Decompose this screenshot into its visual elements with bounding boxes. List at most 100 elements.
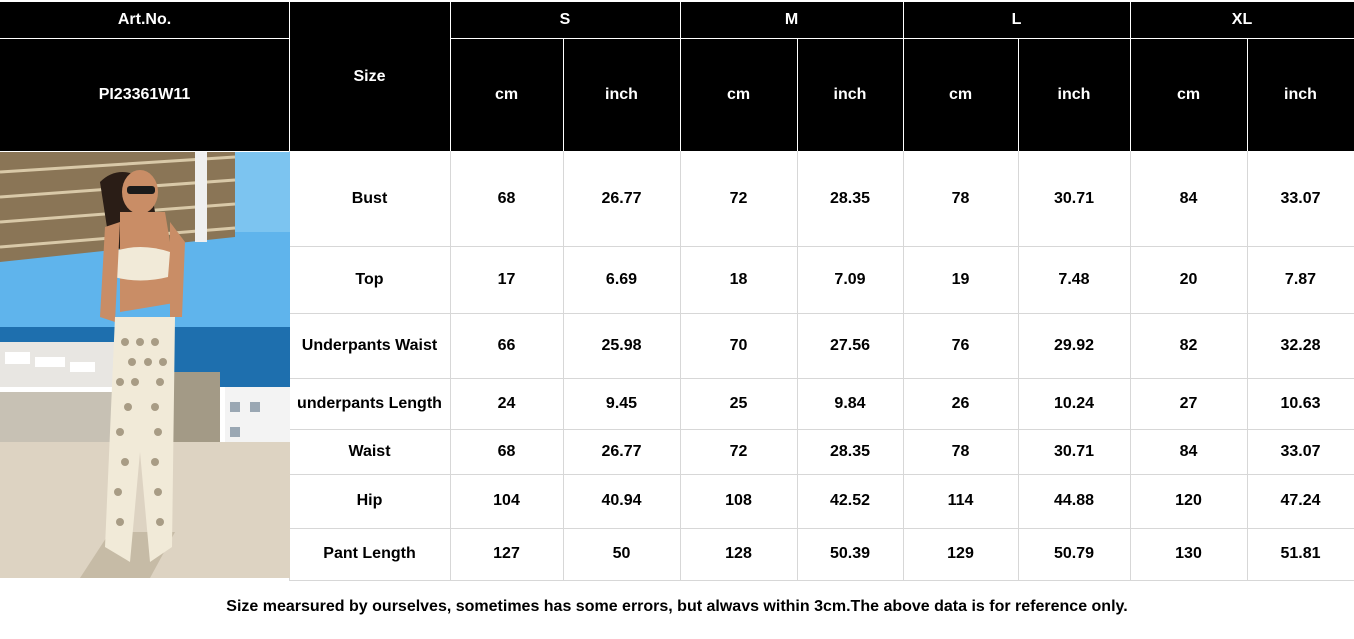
table-cell: 72 — [729, 189, 748, 207]
table-cell: 17 — [497, 270, 516, 288]
header-divider — [797, 38, 798, 151]
unit-inch-header: inch — [563, 38, 680, 151]
table-cell: 108 — [725, 492, 752, 509]
table-cell: 130 — [1175, 545, 1202, 562]
table-cell: 127 — [493, 545, 520, 562]
table-cell: 7.48 — [1058, 270, 1090, 288]
column-divider — [450, 151, 451, 580]
table-cell: 76 — [951, 336, 970, 354]
row-divider — [289, 246, 1354, 247]
row-divider — [289, 474, 1354, 475]
header-divider — [903, 2, 904, 151]
table-cell: 68 — [497, 189, 516, 207]
table-cell: 9.45 — [605, 394, 638, 412]
table-cell: 40.94 — [601, 492, 642, 509]
table-cell: 33.07 — [1280, 442, 1321, 460]
row-label: Hip — [356, 492, 383, 509]
header-divider — [680, 2, 681, 151]
table-cell: 104 — [493, 492, 520, 509]
row-label: Waist — [348, 442, 391, 460]
table-cell: 25.98 — [601, 336, 642, 354]
size-xl-header: XL — [1130, 2, 1354, 38]
table-cell: 84 — [1179, 189, 1198, 207]
table-cell: 10.24 — [1053, 394, 1095, 412]
table-cell: 82 — [1179, 336, 1198, 354]
table-cell: 72 — [729, 442, 748, 460]
row-divider — [289, 313, 1354, 314]
table-cell: 129 — [947, 545, 974, 562]
header-divider — [563, 38, 564, 151]
row-label: underpants Length — [297, 394, 442, 412]
table-cell: 19 — [951, 270, 970, 288]
unit-cm-header: cm — [1130, 38, 1247, 151]
table-cell: 70 — [729, 336, 748, 354]
table-cell: 114 — [947, 492, 974, 509]
header-divider — [1130, 2, 1131, 151]
row-divider — [289, 429, 1354, 430]
table-cell: 42.52 — [829, 492, 871, 509]
table-cell: 7.87 — [1284, 270, 1317, 288]
table-cell: 47.24 — [1280, 492, 1321, 509]
row-divider — [289, 378, 1354, 379]
table-cell: 18 — [729, 270, 748, 288]
unit-cm-header: cm — [680, 38, 797, 151]
table-cell: 50 — [612, 545, 631, 562]
row-label: Top — [355, 270, 384, 288]
row-label: Pant Length — [323, 545, 416, 562]
column-divider — [680, 151, 681, 580]
column-divider — [563, 151, 564, 580]
table-cell: 7.09 — [834, 270, 866, 288]
header-divider — [450, 38, 1354, 39]
column-divider — [1018, 151, 1019, 580]
unit-cm-header: cm — [903, 38, 1018, 151]
beach-model-image — [0, 152, 290, 578]
unit-cm-header: cm — [450, 38, 563, 151]
header-divider — [450, 2, 451, 151]
size-s-header: S — [450, 2, 680, 38]
header-divider — [289, 2, 290, 151]
table-cell: 27 — [1179, 394, 1198, 412]
column-divider — [903, 151, 904, 580]
column-divider — [1247, 151, 1248, 580]
row-divider — [289, 580, 1354, 581]
table-cell: 33.07 — [1280, 189, 1321, 207]
unit-inch-header: inch — [1018, 38, 1130, 151]
table-cell: 128 — [725, 545, 752, 562]
row-label: Underpants Waist — [301, 336, 438, 354]
table-cell: 26.77 — [601, 442, 642, 460]
row-divider — [289, 528, 1354, 529]
table-cell: 66 — [497, 336, 516, 354]
table-cell: 10.63 — [1280, 394, 1321, 412]
table-cell: 9.84 — [834, 394, 866, 412]
table-cell: 78 — [951, 189, 970, 207]
table-cell: 24 — [497, 394, 516, 412]
art-no-value: PI23361W11 — [0, 38, 289, 151]
table-cell: 68 — [497, 442, 516, 460]
table-cell: 27.56 — [829, 336, 871, 354]
table-cell: 20 — [1179, 270, 1198, 288]
table-cell: 50.79 — [1053, 545, 1095, 562]
table-cell: 26.77 — [601, 189, 642, 207]
unit-inch-header: inch — [1247, 38, 1354, 151]
size-m-header: M — [680, 2, 903, 38]
column-divider — [797, 151, 798, 580]
column-divider — [1130, 151, 1131, 580]
table-cell: 44.88 — [1053, 492, 1095, 509]
table-cell: 78 — [951, 442, 970, 460]
model-photo — [0, 152, 290, 578]
footnote: Size mearsured by ourselves, sometimes h… — [226, 598, 1128, 615]
table-cell: 51.81 — [1280, 545, 1321, 562]
table-cell: 84 — [1179, 442, 1198, 460]
table-cell: 32.28 — [1280, 336, 1321, 354]
table-cell: 30.71 — [1053, 189, 1095, 207]
header-divider — [1018, 38, 1019, 151]
table-cell: 29.92 — [1053, 336, 1095, 354]
table-cell: 28.35 — [829, 442, 871, 460]
table-cell: 6.69 — [605, 270, 638, 288]
table-cell: 28.35 — [829, 189, 871, 207]
table-cell: 120 — [1175, 492, 1202, 509]
table-cell: 26 — [951, 394, 970, 412]
header-divider — [1247, 38, 1248, 151]
table-cell: 30.71 — [1053, 442, 1095, 460]
size-header: Size — [289, 2, 450, 151]
